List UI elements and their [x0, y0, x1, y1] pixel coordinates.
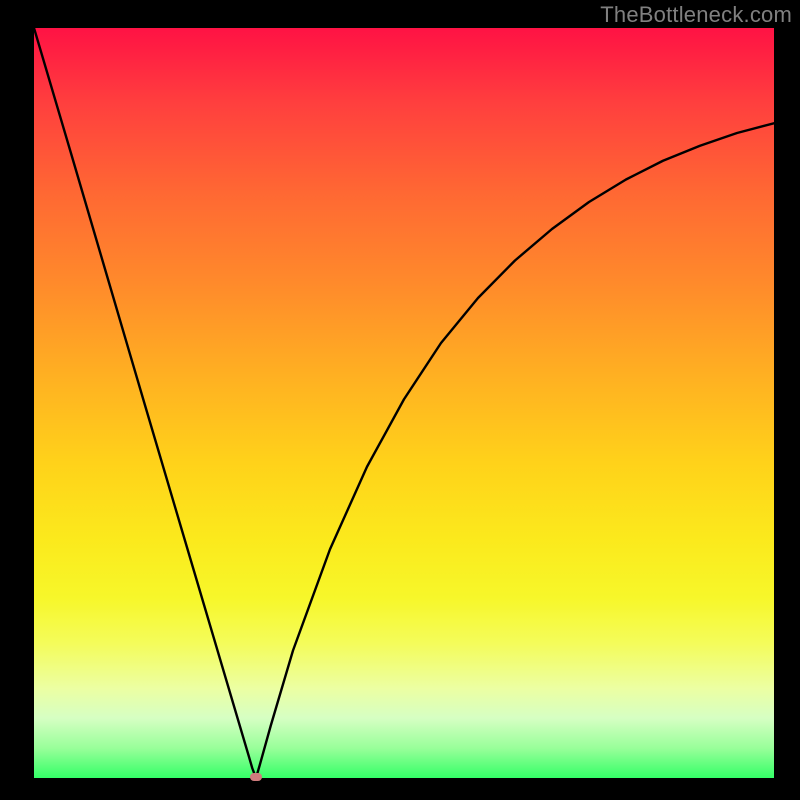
- minimum-marker: [250, 773, 262, 781]
- plot-area: [34, 28, 774, 778]
- chart-frame: TheBottleneck.com: [0, 0, 800, 800]
- bottleneck-curve: [34, 28, 774, 778]
- watermark-text: TheBottleneck.com: [600, 2, 792, 28]
